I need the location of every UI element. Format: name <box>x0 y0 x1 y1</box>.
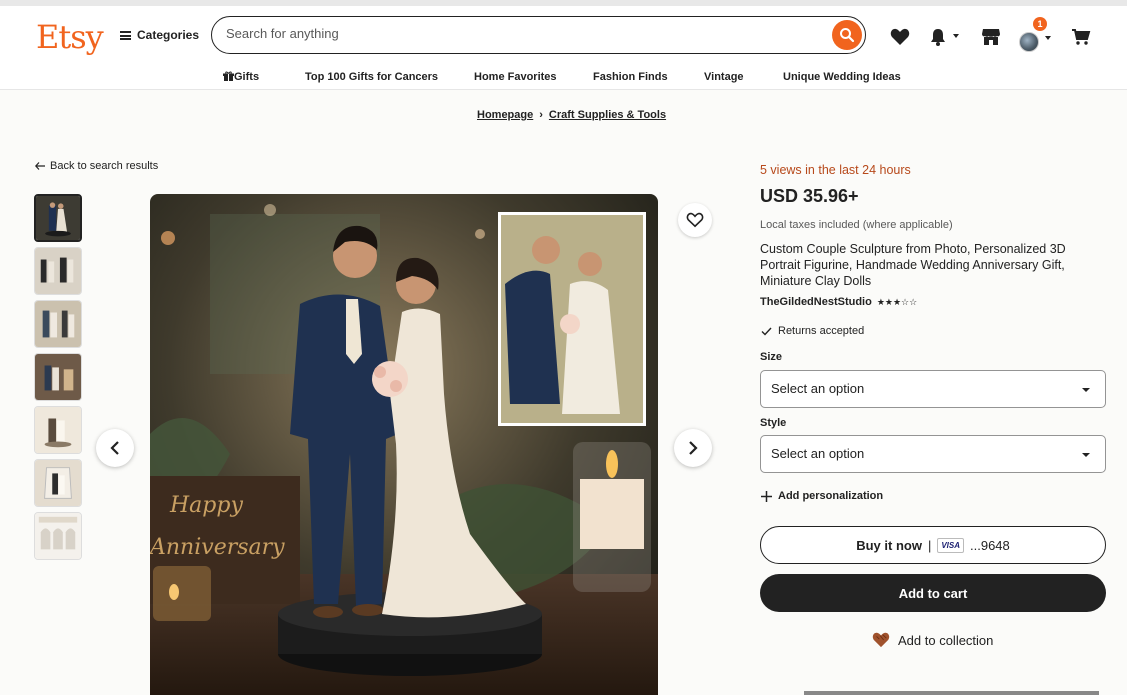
dropdown-caret-icon <box>1082 453 1090 457</box>
heart-collection-icon <box>872 632 890 648</box>
views-count: 5 views in the last 24 hours <box>760 163 911 177</box>
favorites-button[interactable] <box>889 26 911 48</box>
buy-it-now-button[interactable]: Buy it now | VISA ...9648 <box>760 526 1106 564</box>
notifications-button[interactable] <box>927 26 949 48</box>
subnav-item[interactable]: Unique Wedding Ideas <box>783 71 901 83</box>
listing-title: Custom Couple Sculpture from Photo, Pers… <box>760 242 1066 288</box>
search-input[interactable] <box>226 26 816 41</box>
category-nav: Gifts Top 100 Gifts for Cancers Home Fav… <box>0 71 1127 87</box>
search-button[interactable] <box>832 20 862 50</box>
dropdown-caret-icon <box>1082 388 1090 392</box>
size-label: Size <box>760 351 783 363</box>
etsy-logo[interactable]: Etsy <box>36 18 104 56</box>
avatar[interactable] <box>1019 32 1039 52</box>
next-image-button[interactable] <box>674 429 712 467</box>
thumbnail-image <box>35 460 81 506</box>
scroll-indicator <box>804 691 1099 695</box>
favorite-button[interactable] <box>678 203 712 237</box>
categories-menu-button[interactable]: Categories <box>120 28 199 42</box>
subnav-gifts[interactable]: Gifts <box>223 71 259 84</box>
card-last4: ...9648 <box>970 537 1010 553</box>
buy-now-separator: | <box>927 537 932 553</box>
taxes-note: Local taxes included (where applicable) <box>760 219 953 231</box>
subnav-item[interactable]: Fashion Finds <box>593 71 668 83</box>
heart-icon <box>890 28 910 45</box>
price: USD 35.96+ <box>760 186 859 206</box>
product-photo: Happy Anniversary <box>150 194 658 695</box>
breadcrumb-category-link[interactable]: Craft Supplies & Tools <box>549 109 666 121</box>
add-personalization-button[interactable]: Add personalization <box>761 490 883 502</box>
thumbnail-7[interactable] <box>34 512 82 560</box>
back-to-results-link[interactable]: Back to search results <box>35 160 158 172</box>
inset-reference-photo <box>498 212 646 426</box>
bell-icon <box>931 29 945 46</box>
cart-icon <box>1072 29 1091 45</box>
categories-label: Categories <box>137 28 200 42</box>
thumbnail-4[interactable] <box>34 353 82 401</box>
size-select-value: Select an option <box>771 381 865 396</box>
search-icon <box>840 28 855 43</box>
svg-text:Anniversary: Anniversary <box>150 535 285 560</box>
site-header: Etsy Categories 1 Gifts Top 100 Gifts fo… <box>0 0 1127 90</box>
back-link-label: Back to search results <box>50 160 159 172</box>
size-select[interactable]: Select an option <box>760 370 1106 408</box>
returns-label: Returns accepted <box>778 325 865 337</box>
shop-info: TheGildedNestStudio ★★★☆☆ <box>760 296 917 308</box>
subnav-item[interactable]: Home Favorites <box>474 71 557 83</box>
star-rating: ★★★☆☆ <box>876 296 918 307</box>
subnav-item[interactable]: Top 100 Gifts for Cancers <box>305 71 438 83</box>
chevron-left-icon <box>110 441 119 455</box>
shop-name-link[interactable]: TheGildedNestStudio <box>760 296 872 308</box>
add-to-collection-label: Add to collection <box>898 632 994 648</box>
add-to-collection-button[interactable]: Add to collection <box>872 632 993 648</box>
svg-text:Happy: Happy <box>169 493 243 518</box>
add-personalization-label: Add personalization <box>778 490 884 502</box>
thumbnail-6[interactable] <box>34 459 82 507</box>
heart-outline-icon <box>686 212 704 228</box>
visa-card-icon: VISA <box>937 537 964 553</box>
thumbnail-1[interactable] <box>34 194 82 242</box>
hamburger-icon <box>120 30 131 40</box>
chevron-right-icon <box>689 441 698 455</box>
chevron-down-icon <box>953 34 959 38</box>
thumbnail-5[interactable] <box>34 406 82 454</box>
style-select[interactable]: Select an option <box>760 435 1106 473</box>
previous-image-button[interactable] <box>96 429 134 467</box>
thumbnail-3[interactable] <box>34 300 82 348</box>
thumbnail-image <box>35 354 81 400</box>
breadcrumb-separator: › <box>539 109 543 121</box>
checkmark-icon <box>761 327 772 336</box>
arrow-left-icon <box>35 162 45 170</box>
add-to-cart-button[interactable]: Add to cart <box>760 574 1106 612</box>
subnav-item[interactable]: Vintage <box>704 71 744 83</box>
thumbnail-image <box>35 248 81 294</box>
returns-info: Returns accepted <box>761 325 864 337</box>
search-bar <box>211 16 866 54</box>
breadcrumb: Homepage › Craft Supplies & Tools <box>477 109 666 121</box>
cart-button[interactable] <box>1070 26 1092 48</box>
thumbnail-2[interactable] <box>34 247 82 295</box>
account-chevron-down-icon <box>1045 36 1051 40</box>
shop-manager-button[interactable] <box>980 26 1002 48</box>
breadcrumb-home-link[interactable]: Homepage <box>477 109 533 121</box>
plus-icon <box>761 490 772 502</box>
thumbnail-image <box>35 407 81 453</box>
thumbnail-image <box>35 301 81 347</box>
shop-icon <box>982 29 1000 45</box>
main-product-image[interactable]: Happy Anniversary <box>150 194 658 695</box>
notification-badge: 1 <box>1033 17 1047 31</box>
style-label: Style <box>760 417 787 429</box>
thumbnail-image <box>35 513 81 559</box>
style-select-value: Select an option <box>771 446 865 461</box>
buy-now-label: Buy it now <box>856 537 922 553</box>
thumbnail-image <box>36 196 80 240</box>
subnav-label: Gifts <box>234 71 260 83</box>
gift-icon <box>223 71 234 82</box>
